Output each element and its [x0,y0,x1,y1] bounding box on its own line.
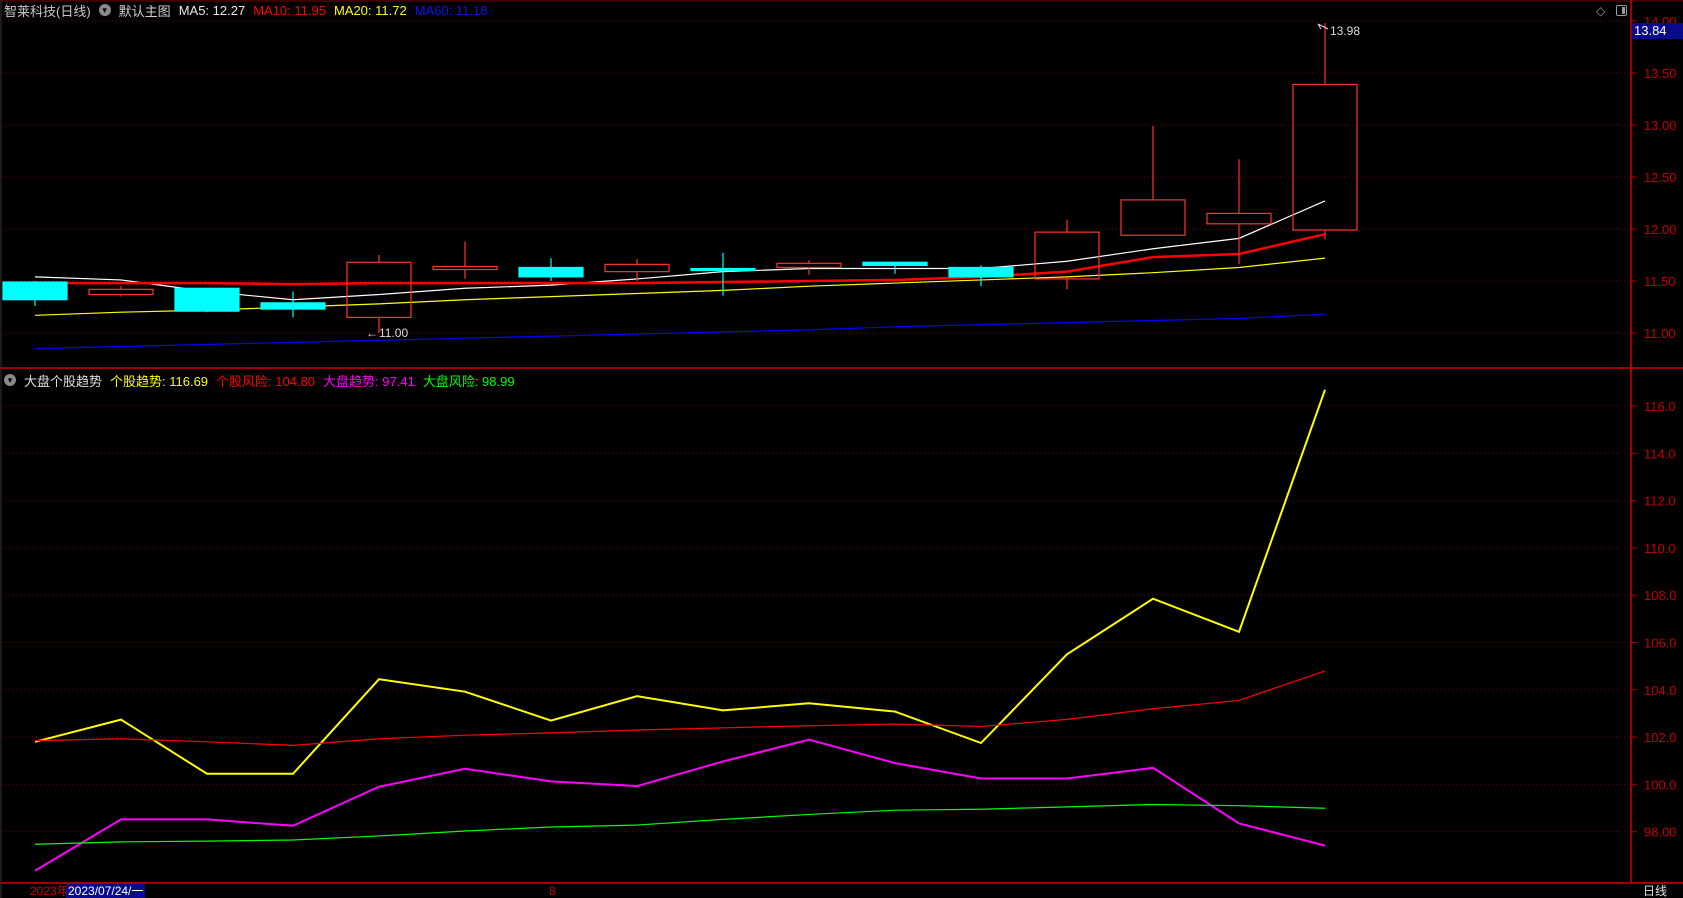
price-grid: 14.0013.5013.0012.5012.0011.5011.00 [0,14,1677,341]
candle [174,287,240,313]
indicator-name[interactable]: 大盘个股趋势 [24,371,102,390]
indicator-axis-tick-label: 106.0 [1644,636,1677,651]
candle-body [690,267,756,272]
indicator-s2: 个股风险: 104.80 [216,373,316,389]
candle-body [88,288,154,296]
candle-body [518,266,584,278]
candle-body [862,261,928,266]
candle [432,241,498,279]
indicator-axis-tick-label: 102.0 [1644,730,1677,745]
date-year: 2023年 [30,884,69,898]
price-annotations: ← 11.00 13.98 [366,23,1360,340]
stock-chart[interactable]: 14.0013.5013.0012.5012.0011.5011.00 116.… [0,0,1683,898]
cursor-date: 2023/07/24/一 [66,884,146,898]
chart-frame [0,0,1683,898]
indicator-series-2 [34,670,1326,746]
panel-toggle-icon[interactable] [1616,5,1627,16]
indicator-axis-tick-label: 112.0 [1644,494,1676,509]
candle [1120,126,1186,236]
candle [776,260,842,275]
high-arrow-icon [1317,23,1329,30]
indicator-axis-tick-label: 100.0 [1644,777,1677,792]
candle-body [260,302,326,310]
ma5-value: MA5: 12.27 [178,2,246,18]
candle [518,258,584,281]
candle-body [174,287,240,312]
main-chart-label[interactable]: 默认主图 [119,1,171,20]
indicator-s3: 大盘趋势: 97.41 [323,373,415,389]
indicator-axis-tick-label: 98.00 [1644,825,1677,840]
price-axis-tick-label: 11.00 [1644,326,1676,341]
candle-body [776,262,842,269]
candlesticks[interactable] [2,23,1358,333]
moving-average-lines [34,200,1326,350]
diamond-icon[interactable]: ◇ [1596,4,1605,18]
ma60-value: MA60: 11.18 [414,2,488,18]
candle-body [1120,199,1186,236]
candle-body [1292,83,1358,231]
series-ma5 [34,200,1326,301]
indicator-axis-tick-label: 108.0 [1644,588,1677,603]
candle [1292,23,1358,240]
candle-body [432,265,498,271]
candle [260,291,326,318]
ma20-value: MA20: 11.72 [333,2,407,18]
price-axis-tick-label: 12.00 [1644,222,1677,237]
period-label[interactable]: 日线 [1643,884,1667,898]
stock-title[interactable]: 智莱科技(日线) [4,1,91,20]
indicator-axis-tick-label: 116.0 [1644,399,1676,414]
series-ma60 [34,313,1326,350]
price-axis-tick-label: 11.50 [1644,274,1676,289]
low-annotation-arrow: ← [366,326,378,340]
indicator-series-1 [34,389,1326,775]
ma10-value: MA10: 11.95 [253,2,326,18]
indicator-series-4 [34,803,1326,845]
indicator-s1: 个股趋势: 116.69 [110,373,209,389]
last-price-label: 13.84 [1632,23,1683,39]
price-axis-tick-label: 12.50 [1644,170,1677,185]
indicator-header: ▾ 大盘个股趋势 个股趋势: 116.69 个股风险: 104.80 大盘趋势:… [4,370,515,390]
high-annotation: 13.98 [1330,24,1360,38]
candle-body [604,263,670,273]
main-chart-header: 智莱科技(日线) ▾ 默认主图 MA5: 12.27 MA10: 11.95 M… [4,0,487,20]
indicator-axis-tick-label: 110.0 [1644,541,1676,556]
indicator-s4: 大盘风险: 98.99 [422,373,515,389]
indicator-axis-tick-label: 114.0 [1644,446,1676,461]
month-mark: 8 [549,884,556,898]
candle-body [2,281,68,301]
candle-body [346,261,412,318]
chevron-down-icon[interactable]: ▾ [98,4,111,16]
price-axis-tick-label: 13.50 [1644,66,1677,81]
candle-body [1206,212,1272,225]
price-axis-tick-label: 13.00 [1644,118,1677,133]
candle [1034,219,1100,290]
candle [948,265,1014,287]
chevron-down-icon[interactable]: ▾ [4,374,16,386]
indicator-lines [34,389,1326,872]
indicator-axis-tick-label: 104.0 [1644,683,1677,698]
candle [88,286,154,297]
series-ma10 [35,232,1326,286]
candle-body [948,266,1014,278]
low-annotation: 11.00 [379,326,408,340]
candle [604,259,670,281]
candle [2,281,68,306]
